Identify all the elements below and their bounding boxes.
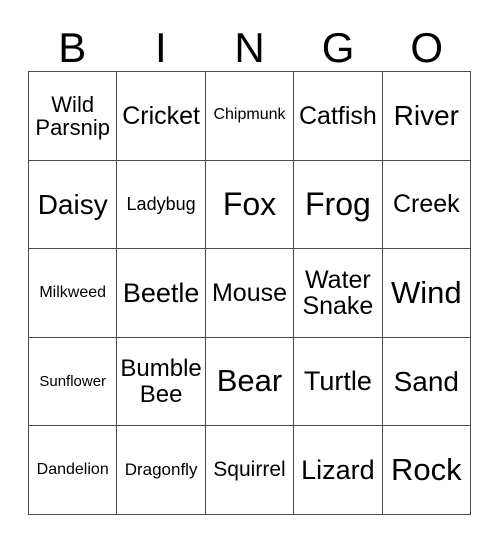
bingo-cell-label: Wind xyxy=(390,274,462,310)
bingo-cell[interactable]: Chipmunk xyxy=(205,72,295,161)
bingo-cell-label: Dragonfly xyxy=(124,460,198,480)
bingo-cell[interactable]: Wind xyxy=(382,249,471,338)
bingo-cell[interactable]: Wild Parsnip xyxy=(29,72,118,161)
bingo-header-letter-i: I xyxy=(155,24,167,71)
bingo-cell[interactable]: Creek xyxy=(382,160,471,250)
bingo-cell-label: Fox xyxy=(222,185,277,222)
bingo-cell-label: Water Snake xyxy=(302,265,374,320)
bingo-cell-label: Squirrel xyxy=(213,458,286,482)
bingo-cell[interactable]: Rock xyxy=(382,426,471,515)
bingo-cell-label: Frog xyxy=(304,185,371,222)
bingo-header-letter-b: B xyxy=(58,24,87,71)
bingo-cell[interactable]: Lizard xyxy=(294,426,383,515)
bingo-cell-label: Lizard xyxy=(301,455,375,486)
bingo-cell-label: Turtle xyxy=(303,366,372,397)
bingo-cell[interactable]: Frog xyxy=(294,160,383,250)
bingo-cell[interactable]: Bumble Bee xyxy=(117,337,206,427)
bingo-cell-label: Dandelion xyxy=(36,460,109,478)
bingo-grid: Wild Parsnip Cricket Chipmunk Catfish Ri… xyxy=(28,71,471,515)
bingo-cell[interactable]: Ladybug xyxy=(117,160,206,250)
bingo-cell-label: Bumble Bee xyxy=(120,355,202,408)
bingo-card: B I N G O Wild Parsnip Cricket Chipmunk … xyxy=(0,0,500,544)
bingo-cell[interactable]: Sand xyxy=(382,337,471,427)
bingo-cell[interactable]: Squirrel xyxy=(205,426,295,515)
bingo-cell[interactable]: Cricket xyxy=(117,72,206,161)
bingo-cell[interactable]: Sunflower xyxy=(29,337,118,427)
bingo-cell[interactable]: Dragonfly xyxy=(117,426,206,515)
bingo-cell-label: Beetle xyxy=(122,277,200,308)
bingo-cell[interactable]: Daisy xyxy=(29,160,118,250)
bingo-cell[interactable]: Fox xyxy=(205,160,295,250)
bingo-cell-label: Ladybug xyxy=(126,193,196,214)
bingo-cell-label: Mouse xyxy=(211,278,288,307)
bingo-cell[interactable]: Dandelion xyxy=(29,426,118,515)
bingo-cell-label: Daisy xyxy=(37,188,108,220)
bingo-cell-label: Chipmunk xyxy=(213,106,286,124)
bingo-cell[interactable]: Mouse xyxy=(205,249,295,338)
bingo-cell-label: Bear xyxy=(216,363,283,399)
bingo-header-letter-n: N xyxy=(234,24,265,71)
bingo-cell-label: Milkweed xyxy=(39,283,107,301)
bingo-cell[interactable]: Water Snake xyxy=(294,249,383,338)
bingo-header-row: B I N G O xyxy=(28,20,471,71)
bingo-header-letter-o: O xyxy=(410,24,443,71)
bingo-cell[interactable]: River xyxy=(382,72,471,161)
bingo-cell[interactable]: Beetle xyxy=(117,249,206,338)
bingo-cell-label: Catfish xyxy=(298,101,377,130)
bingo-cell[interactable]: Catfish xyxy=(294,72,383,161)
bingo-cell[interactable]: Milkweed xyxy=(29,249,118,338)
bingo-cell[interactable]: Bear xyxy=(205,337,295,427)
bingo-cell-label: Rock xyxy=(390,451,462,487)
bingo-cell-label: Wild Parsnip xyxy=(35,91,110,140)
bingo-cell-label: Sand xyxy=(393,365,459,397)
bingo-cell-label: Cricket xyxy=(122,101,200,130)
bingo-cell-label: Creek xyxy=(392,190,460,219)
bingo-cell-label: River xyxy=(393,100,459,132)
bingo-cell-label: Sunflower xyxy=(39,372,107,390)
bingo-header-letter-g: G xyxy=(321,24,355,71)
bingo-cell[interactable]: Turtle xyxy=(294,337,383,427)
